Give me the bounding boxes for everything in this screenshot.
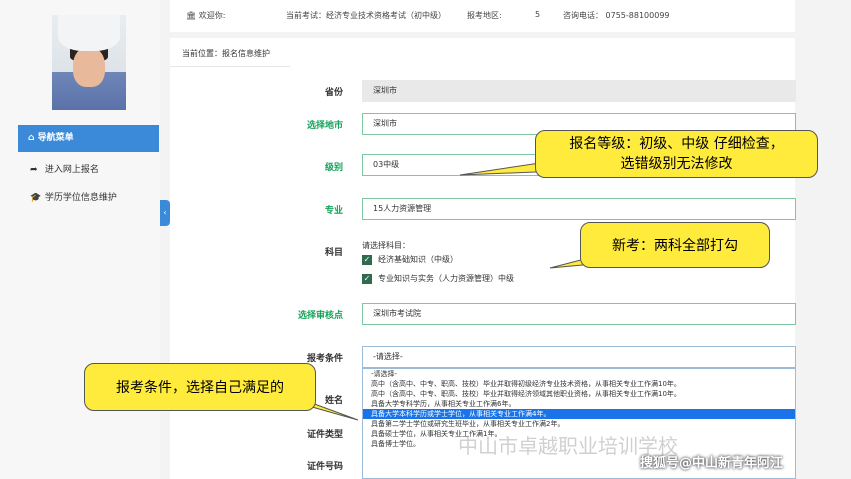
- callout-level: 报名等级：初级、中级 仔细检查，选错级别无法修改: [535, 130, 818, 178]
- callout-condition: 报考条件，选择自己满足的: [84, 363, 316, 411]
- sohu-watermark: 搜狐号@中山新青年阿江: [640, 456, 784, 471]
- callout-subjects: 新考：两科全部打勾: [580, 222, 770, 268]
